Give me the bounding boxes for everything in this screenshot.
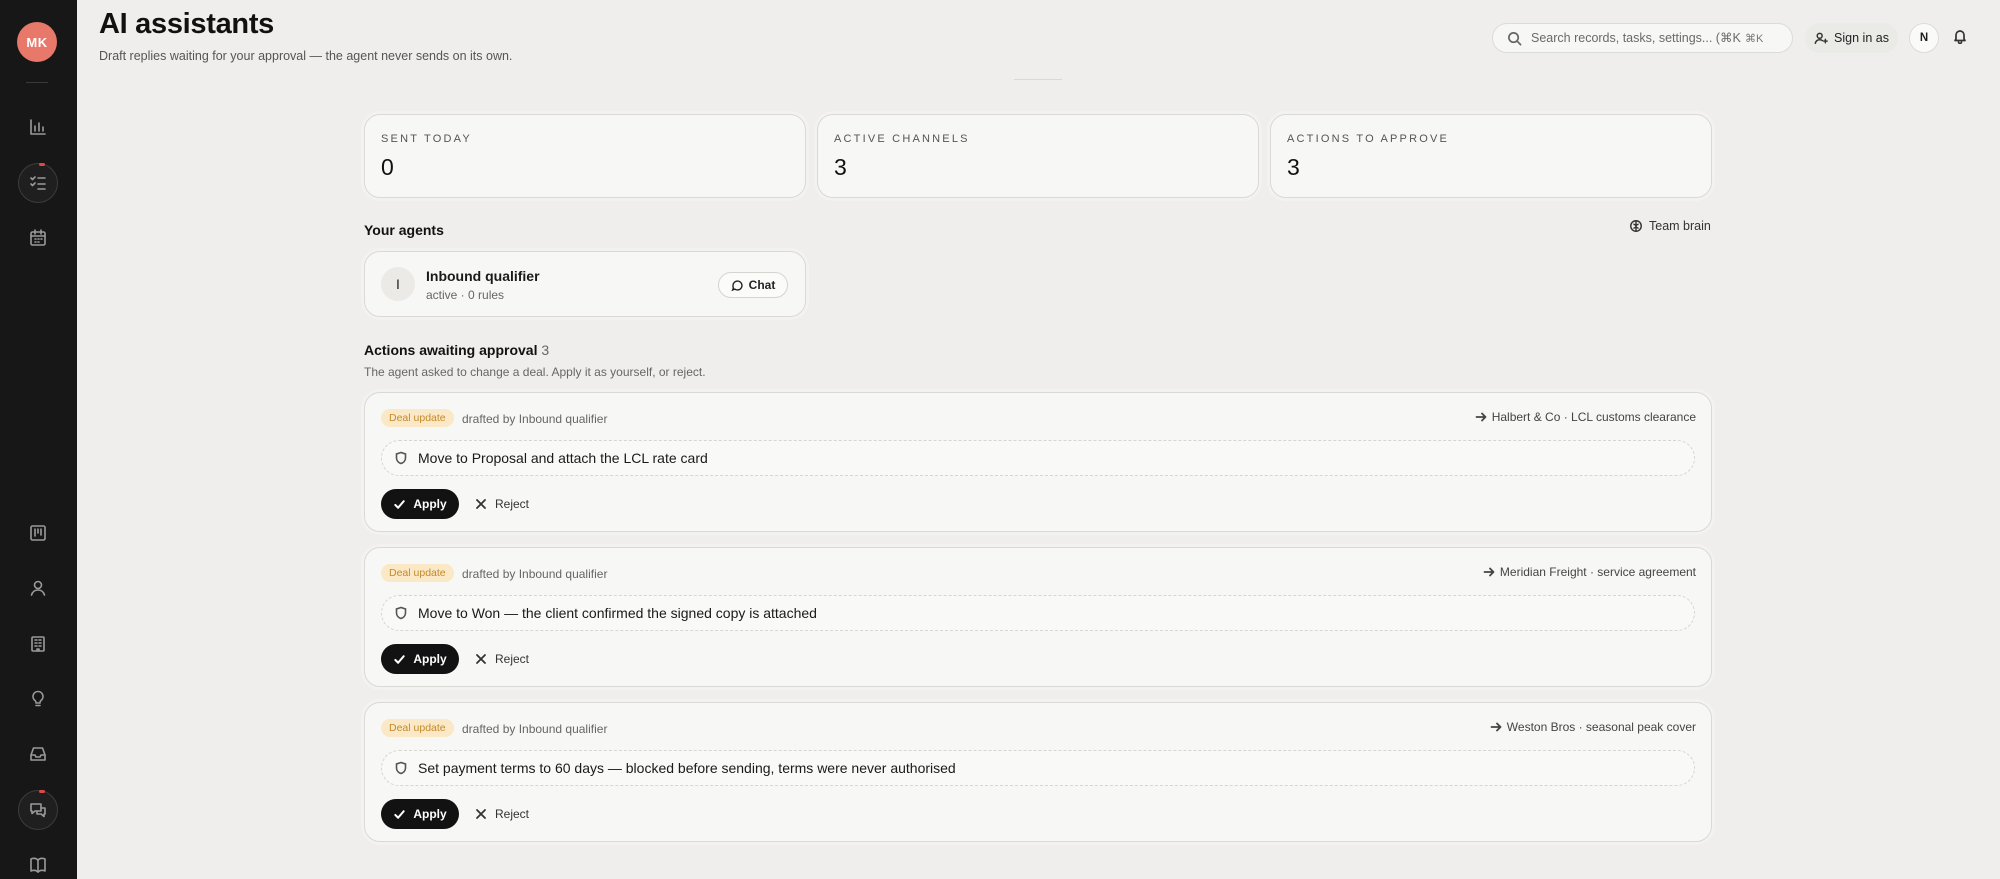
reject-button[interactable]: Reject	[475, 644, 529, 674]
drafted-by-label: drafted by Inbound qualifier	[462, 412, 608, 426]
approvals-heading-label: Actions awaiting approval	[364, 342, 538, 358]
drafted-by-label: drafted by Inbound qualifier	[462, 567, 608, 581]
sign-in-as-label: Sign in as	[1834, 31, 1889, 45]
agent-meta: active · 0 rules	[426, 288, 505, 302]
proposed-action-text: Move to Won — the client confirmed the s…	[418, 605, 817, 621]
stat-value: 0	[381, 154, 394, 180]
agent-card[interactable]: I Inbound qualifier active · 0 rules Cha…	[364, 251, 806, 317]
reject-button-label: Reject	[495, 497, 530, 511]
approval-card: Deal update drafted by Inbound qualifier…	[364, 547, 1712, 687]
approvals-heading: Actions awaiting approval 3	[364, 342, 549, 358]
apply-button-label: Apply	[413, 807, 447, 821]
deal-link[interactable]: Meridian Freight · service agreement	[1483, 565, 1696, 579]
sidebar-divider	[26, 82, 48, 83]
page-title: AI assistants	[99, 8, 275, 40]
approvals-subtitle: The agent asked to change a deal. Apply …	[364, 365, 706, 379]
search-bar[interactable]: ⌘K	[1492, 23, 1793, 53]
inbox-icon[interactable]	[18, 734, 58, 774]
drafted-by-label: drafted by Inbound qualifier	[462, 722, 608, 736]
page-subtitle: Draft replies waiting for your approval …	[99, 49, 513, 63]
apply-button[interactable]: Apply	[381, 644, 459, 674]
lightbulb-icon[interactable]	[18, 679, 58, 719]
check-icon	[394, 499, 406, 509]
chat-bubble-icon	[731, 279, 743, 291]
brain-icon	[1630, 220, 1642, 232]
approval-card: Deal update drafted by Inbound qualifier…	[364, 702, 1712, 842]
agent-name: Inbound qualifier	[426, 268, 540, 284]
chart-icon[interactable]	[18, 107, 58, 147]
arrow-right-icon	[1483, 567, 1495, 577]
reject-button-label: Reject	[495, 807, 530, 821]
deal-link[interactable]: Weston Bros · seasonal peak cover	[1490, 720, 1696, 734]
search-shortcut: ⌘K	[1745, 32, 1764, 45]
team-brain-label: Team brain	[1649, 219, 1711, 233]
user-switch-icon	[1814, 32, 1828, 44]
stat-card-sent-today: SENT TODAY 0	[364, 114, 806, 198]
person-icon[interactable]	[18, 568, 58, 608]
close-icon	[476, 654, 486, 664]
apply-button-label: Apply	[413, 652, 447, 666]
close-icon	[476, 809, 486, 819]
stat-label: ACTIONS TO APPROVE	[1287, 133, 1450, 145]
user-badge[interactable]: N	[1909, 23, 1939, 53]
chat-button-label: Chat	[748, 278, 776, 292]
stat-card-active-channels: ACTIVE CHANNELS 3	[817, 114, 1259, 198]
apply-button[interactable]: Apply	[381, 489, 459, 519]
deal-update-tag: Deal update	[381, 719, 454, 737]
sign-in-as-button[interactable]: Sign in as	[1805, 23, 1898, 53]
deal-link-label: Halbert & Co · LCL customs clearance	[1491, 410, 1696, 424]
stat-value: 3	[1287, 154, 1300, 180]
chat-icon[interactable]	[18, 790, 58, 830]
deal-update-tag: Deal update	[381, 409, 454, 427]
stat-card-actions-to-approve: ACTIONS TO APPROVE 3	[1270, 114, 1712, 198]
notification-dot	[39, 790, 45, 793]
book-icon[interactable]	[18, 845, 58, 879]
approval-card: Deal update drafted by Inbound qualifier…	[364, 392, 1712, 532]
tasks-icon[interactable]	[18, 163, 58, 203]
agent-avatar: I	[381, 267, 415, 301]
search-input[interactable]	[1531, 31, 1741, 45]
team-brain-link[interactable]: Team brain	[1629, 219, 1711, 233]
shield-icon	[395, 761, 407, 775]
arrow-right-icon	[1475, 412, 1487, 422]
chat-button[interactable]: Chat	[718, 272, 788, 298]
apply-button-label: Apply	[413, 497, 447, 511]
approvals-count: 3	[541, 342, 550, 358]
building-icon[interactable]	[18, 624, 58, 664]
deal-link[interactable]: Halbert & Co · LCL customs clearance	[1475, 410, 1696, 424]
apply-button[interactable]: Apply	[381, 799, 459, 829]
notification-dot	[39, 163, 45, 166]
deal-link-label: Weston Bros · seasonal peak cover	[1506, 720, 1696, 734]
reject-button[interactable]: Reject	[475, 799, 529, 829]
proposed-action: Set payment terms to 60 days — blocked b…	[381, 750, 1695, 786]
shield-icon	[395, 451, 407, 465]
board-icon[interactable]	[18, 513, 58, 553]
stat-value: 3	[834, 154, 847, 180]
stat-label: ACTIVE CHANNELS	[834, 133, 970, 145]
proposed-action: Move to Proposal and attach the LCL rate…	[381, 440, 1695, 476]
deal-link-label: Meridian Freight · service agreement	[1499, 565, 1696, 579]
arrow-right-icon	[1490, 722, 1502, 732]
calendar-icon[interactable]	[18, 218, 58, 258]
bell-icon[interactable]	[1952, 28, 1972, 48]
proposed-action-text: Move to Proposal and attach the LCL rate…	[418, 450, 708, 466]
proposed-action-text: Set payment terms to 60 days — blocked b…	[418, 760, 956, 776]
header-divider	[1014, 79, 1062, 80]
avatar[interactable]: MK	[17, 22, 57, 62]
check-icon	[394, 809, 406, 819]
close-icon	[476, 499, 486, 509]
proposed-action: Move to Won — the client confirmed the s…	[381, 595, 1695, 631]
stat-label: SENT TODAY	[381, 133, 472, 145]
check-icon	[394, 654, 406, 664]
sidebar: MK	[0, 0, 77, 879]
deal-update-tag: Deal update	[381, 564, 454, 582]
search-icon	[1508, 31, 1522, 45]
agents-heading: Your agents	[364, 222, 444, 238]
reject-button-label: Reject	[495, 652, 530, 666]
reject-button[interactable]: Reject	[475, 489, 529, 519]
shield-icon	[395, 606, 407, 620]
